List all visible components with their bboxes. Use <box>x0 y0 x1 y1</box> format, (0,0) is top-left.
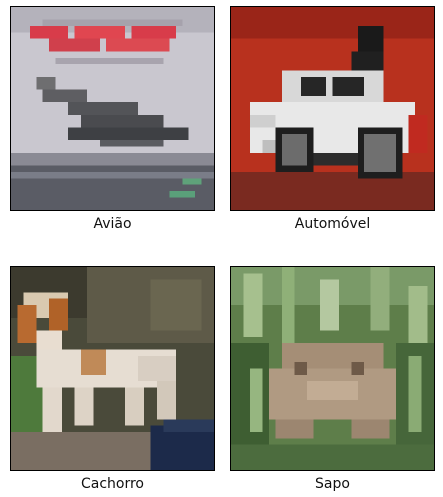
image-airplane <box>10 6 215 211</box>
caption-airplane: Avião <box>93 216 132 232</box>
caption-frog: Sapo <box>315 476 350 492</box>
image-car <box>230 6 435 211</box>
caption-dog: Cachorro <box>80 476 144 492</box>
image-frog <box>230 266 435 471</box>
image-dog <box>10 266 215 471</box>
caption-car: Automóvel <box>294 216 371 232</box>
